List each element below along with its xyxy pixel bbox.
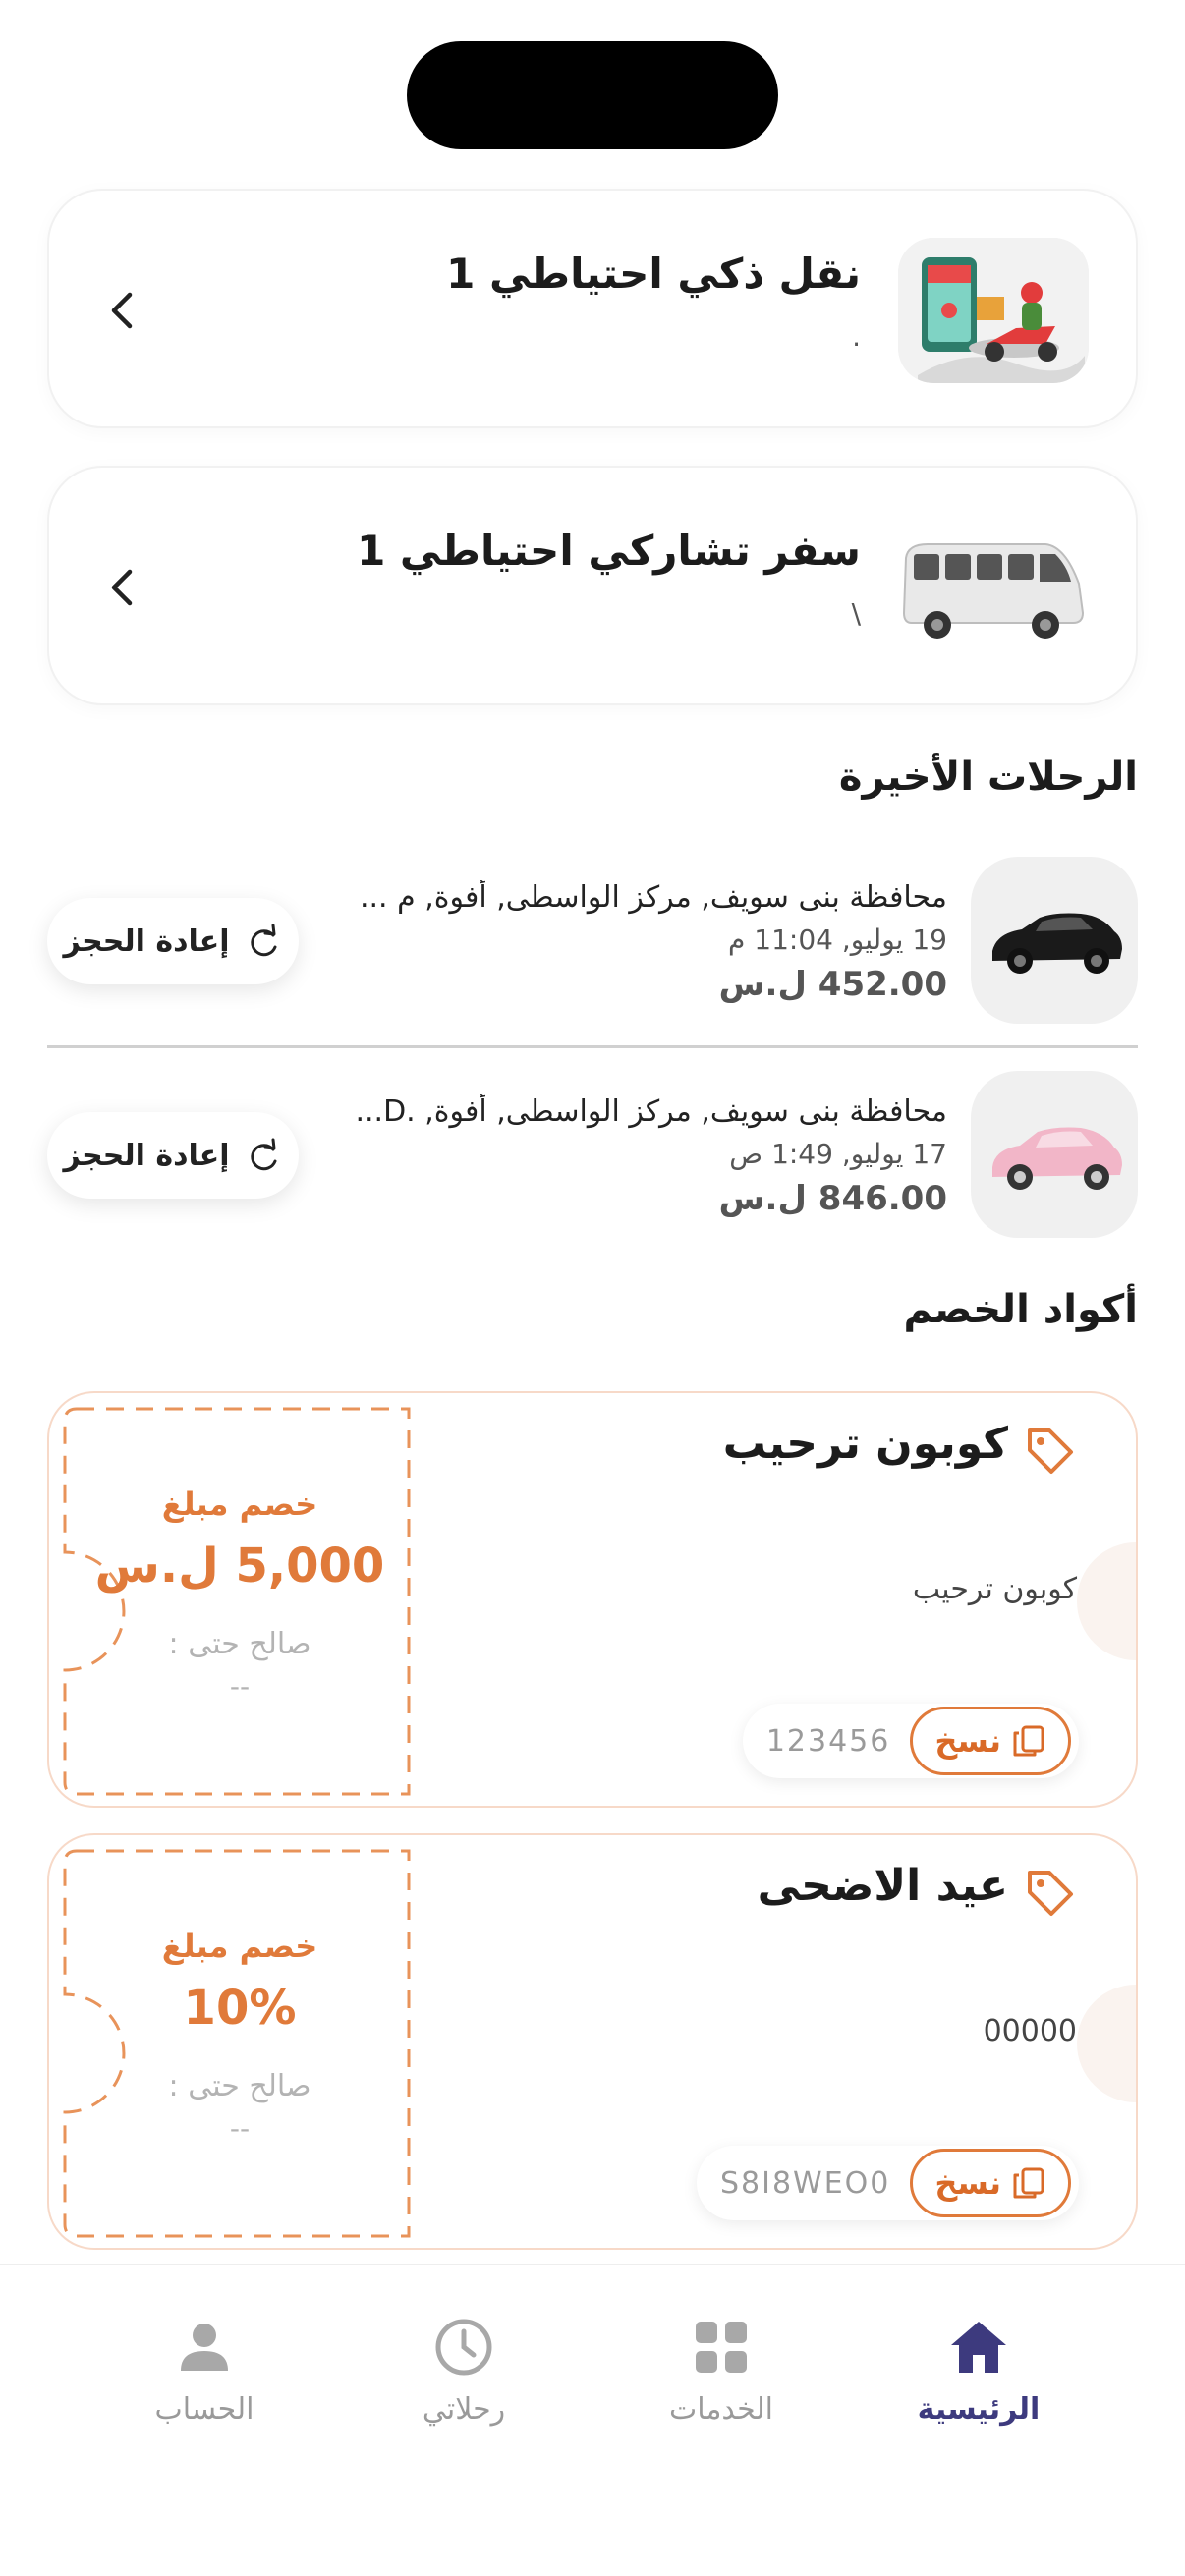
coupon-code: 123456 xyxy=(765,1723,891,1759)
trip-row[interactable]: محافظة بنى سويف, مركز الواسطى, أفوة, م .… xyxy=(47,857,1138,1024)
coupon-description: كوبون ترحيب xyxy=(912,1572,1077,1606)
redo-icon xyxy=(250,1138,277,1171)
copy-button[interactable]: نسخ xyxy=(910,2149,1071,2217)
copy-icon xyxy=(1013,1725,1044,1757)
copy-label: نسخ xyxy=(934,2164,1001,2202)
coupon-notch xyxy=(1077,1542,1136,1660)
service-title: نقل ذكي احتياطي 1 xyxy=(446,250,861,298)
coupon-code-pill: نسخ 123456 xyxy=(742,1704,1079,1778)
grid-icon xyxy=(696,2322,747,2373)
copy-button[interactable]: نسخ xyxy=(910,1707,1071,1775)
coupon-code-pill: نسخ S8I8WEO0 xyxy=(696,2146,1079,2220)
trip-price: 846.00 ل.س xyxy=(718,1179,947,1218)
trip-date: 17 يوليو, 1:49 ص xyxy=(729,1138,947,1170)
coupon-notch xyxy=(1077,1985,1136,2102)
amount-label: خصم مبلغ xyxy=(161,1928,318,1965)
service-subtitle: . xyxy=(852,320,861,353)
trip-date: 19 يوليو, 11:04 م xyxy=(728,924,947,956)
amount-label: خصم مبلغ xyxy=(161,1485,318,1523)
nav-label: رحلاتي xyxy=(422,2392,506,2427)
rebook-button[interactable]: إعادة الحجز xyxy=(47,1112,299,1199)
tag-icon xyxy=(1028,1428,1073,1474)
nav-item-my-trips[interactable]: رحلاتي xyxy=(366,2316,562,2427)
coupon-title: عيد الاضحى xyxy=(757,1861,1008,1911)
trip-row[interactable]: محافظة بنى سويف, مركز الواسطى, أفوة, .D.… xyxy=(47,1071,1138,1238)
service-subtitle: \ xyxy=(851,597,861,630)
rebook-label: إعادة الحجز xyxy=(63,924,230,959)
coupon-title: كوبون ترحيب xyxy=(722,1419,1008,1469)
valid-until-label: صالح حتى : xyxy=(168,1627,311,1661)
divider xyxy=(47,1045,1138,1048)
nav-item-home[interactable]: الرئيسية xyxy=(880,2316,1077,2427)
rebook-label: إعادة الحجز xyxy=(63,1138,230,1173)
service-card-smart-transport[interactable]: نقل ذكي احتياطي 1 . xyxy=(47,189,1138,428)
discount-codes-title: أكواد الخصم xyxy=(903,1287,1138,1332)
nav-label: الحساب xyxy=(154,2392,254,2427)
trip-price: 452.00 ل.س xyxy=(718,965,947,1004)
home-icon xyxy=(951,2322,1006,2373)
coupon-code: S8I8WEO0 xyxy=(719,2165,891,2201)
service-card-shared-travel[interactable]: سفر تشاركي احتياطي 1 \ xyxy=(47,466,1138,705)
dynamic-island xyxy=(407,41,778,149)
chevron-left-icon xyxy=(111,569,133,606)
service-title: سفر تشاركي احتياطي 1 xyxy=(357,527,861,575)
van-image xyxy=(898,515,1089,660)
coupon-card: كوبون ترحيب كوبون ترحيب نسخ 123456 خصم م… xyxy=(47,1391,1138,1808)
discount-amount: 10% xyxy=(183,1981,297,2036)
person-icon xyxy=(181,2324,228,2371)
chevron-left-icon xyxy=(111,292,133,329)
delivery-scooter-image xyxy=(898,238,1089,383)
coupon-description: 00000 xyxy=(983,2014,1077,2048)
copy-icon xyxy=(1013,2167,1044,2199)
tag-icon xyxy=(1028,1871,1073,1916)
discount-amount: 5,000 ل.س xyxy=(94,1539,385,1594)
car-image xyxy=(971,1071,1138,1238)
valid-until-value: -- xyxy=(229,1670,251,1703)
coupon-stub-outline xyxy=(63,1849,411,2238)
nav-label: الرئيسية xyxy=(917,2392,1041,2427)
bottom-navigation: الحساب رحلاتي الخدمات الرئيسية xyxy=(0,2264,1185,2576)
nav-item-services[interactable]: الخدمات xyxy=(623,2316,819,2427)
clock-icon xyxy=(435,2319,492,2376)
valid-until-value: -- xyxy=(229,2112,251,2145)
redo-icon xyxy=(250,924,277,957)
recent-trips-title: الرحلات الأخيرة xyxy=(838,755,1138,800)
car-image xyxy=(971,857,1138,1024)
nav-label: الخدمات xyxy=(668,2392,774,2427)
nav-item-account[interactable]: الحساب xyxy=(106,2316,303,2427)
trip-address: محافظة بنى سويف, مركز الواسطى, أفوة, .D.… xyxy=(355,1094,947,1129)
valid-until-label: صالح حتى : xyxy=(168,2069,311,2103)
coupon-card: عيد الاضحى 00000 نسخ S8I8WEO0 خصم مبلغ 1… xyxy=(47,1833,1138,2250)
trip-address: محافظة بنى سويف, مركز الواسطى, أفوة, م .… xyxy=(359,880,947,915)
coupon-stub-outline xyxy=(63,1407,411,1796)
rebook-button[interactable]: إعادة الحجز xyxy=(47,898,299,984)
copy-label: نسخ xyxy=(934,1722,1001,1760)
